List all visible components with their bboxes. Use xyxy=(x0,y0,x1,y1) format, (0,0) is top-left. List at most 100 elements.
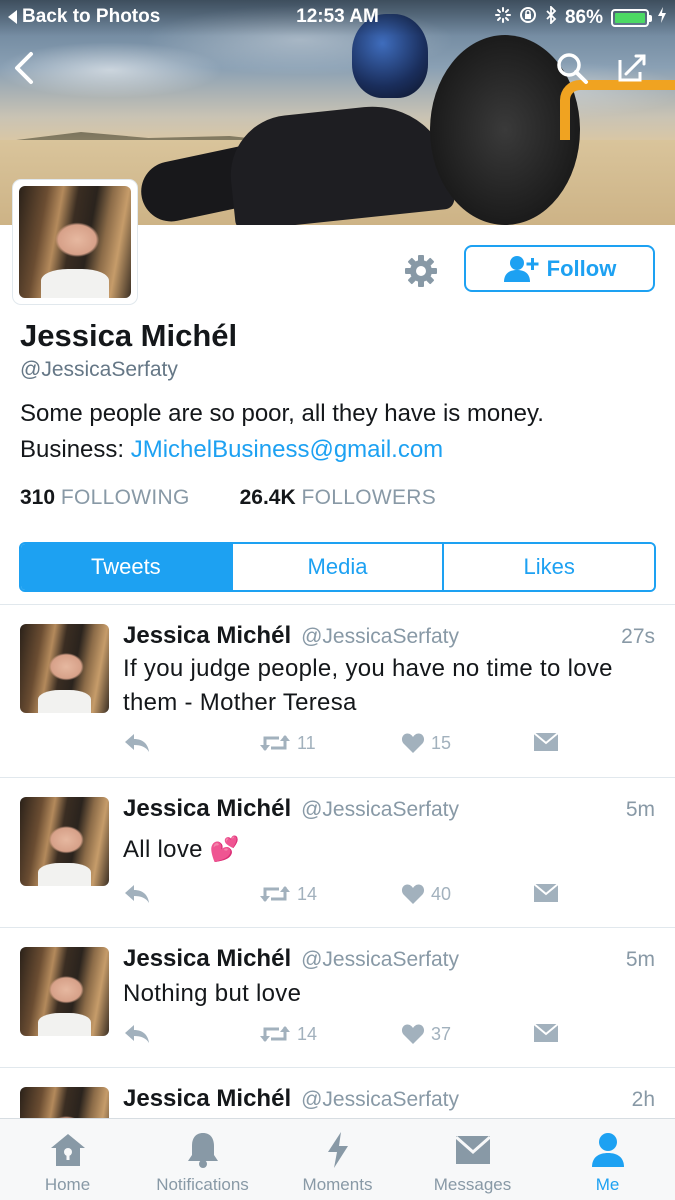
like-count: 40 xyxy=(431,883,452,904)
tweet-author-name: Jessica Michél xyxy=(123,1085,292,1112)
retweet-count: 14 xyxy=(297,1023,318,1044)
like-button[interactable]: 15 xyxy=(401,732,451,754)
envelope-icon xyxy=(533,732,559,751)
search-icon xyxy=(557,53,588,84)
tweet[interactable]: Jessica Michél @JessicaSerfaty 2h xyxy=(0,1067,675,1118)
home-icon xyxy=(50,1134,85,1166)
like-button[interactable]: 37 xyxy=(401,1023,451,1045)
add-user-icon xyxy=(503,255,539,282)
tab-bar-messages[interactable]: Messages xyxy=(405,1119,540,1200)
direct-message-button[interactable] xyxy=(533,883,559,903)
tweet-author-handle: @JessicaSerfaty xyxy=(301,625,459,648)
tab-bar-notifications-label: Notifications xyxy=(156,1175,249,1194)
envelope-icon xyxy=(533,883,559,902)
battery-icon xyxy=(611,9,652,27)
activity-icon xyxy=(494,7,511,29)
direct-message-button[interactable] xyxy=(533,1023,559,1043)
tweet-text: All love 💕 xyxy=(123,836,240,863)
tab-bar-moments-label: Moments xyxy=(302,1175,373,1194)
tab-media[interactable]: Media xyxy=(230,544,443,590)
tweet-author-handle: @JessicaSerfaty xyxy=(301,948,459,971)
reply-button[interactable] xyxy=(123,1023,151,1045)
tab-bar-me[interactable]: Me xyxy=(540,1119,675,1200)
like-button[interactable]: 40 xyxy=(401,883,451,905)
back-button[interactable] xyxy=(2,46,46,90)
bio-business-label: Business: xyxy=(20,436,131,463)
profile-avatar-image xyxy=(19,186,131,298)
lightning-icon xyxy=(327,1132,348,1168)
tweet-time: 5m xyxy=(625,798,655,821)
direct-message-button[interactable] xyxy=(533,732,559,752)
following-stat[interactable]: 310 FOLLOWING xyxy=(20,486,190,510)
gear-icon xyxy=(405,255,437,287)
followers-label: FOLLOWERS xyxy=(301,486,437,509)
tab-bar-notifications[interactable]: Notifications xyxy=(135,1119,270,1200)
like-count: 15 xyxy=(431,732,452,753)
tweet-text: Nothing but love xyxy=(123,980,302,1007)
battery-percent: 86% xyxy=(564,7,603,28)
tweet-header: Jessica Michél @JessicaSerfaty 5m xyxy=(123,945,655,973)
tab-bar-moments[interactable]: Moments xyxy=(270,1119,405,1200)
tweet[interactable]: Jessica Michél @JessicaSerfaty 5m All lo… xyxy=(0,777,675,927)
profile-bio: Some people are so poor, all they have i… xyxy=(20,396,660,468)
status-right: 86% xyxy=(494,4,667,30)
tweet-avatar[interactable] xyxy=(20,797,109,886)
bio-business-line: Business: JMichelBusiness@gmail.com xyxy=(20,432,660,468)
chevron-left-icon xyxy=(15,52,33,84)
tab-bar-me-label: Me xyxy=(595,1175,620,1194)
tweet-avatar[interactable] xyxy=(20,1087,109,1118)
retweet-button[interactable]: 14 xyxy=(259,883,317,905)
orientation-lock-icon xyxy=(519,6,537,30)
tweet-author-handle: @JessicaSerfaty xyxy=(301,798,459,821)
tweet-actions: 14 40 xyxy=(123,883,563,913)
retweet-icon xyxy=(260,735,290,751)
compose-button[interactable] xyxy=(610,46,654,90)
followers-stat[interactable]: 26.4K FOLLOWERS xyxy=(240,486,436,510)
person-icon xyxy=(591,1133,624,1167)
tweet-author-name: Jessica Michél xyxy=(123,945,292,972)
bio-email-link[interactable]: JMichelBusiness@gmail.com xyxy=(131,436,443,463)
retweet-button[interactable]: 11 xyxy=(259,732,316,754)
tweet[interactable]: Jessica Michél @JessicaSerfaty 27s If yo… xyxy=(0,604,675,776)
tweet-avatar[interactable] xyxy=(20,624,109,713)
heart-icon xyxy=(401,1024,425,1044)
tweet-actions: 14 37 xyxy=(123,1023,563,1053)
retweet-count: 11 xyxy=(297,732,316,753)
profile-tabs: Tweets Media Likes xyxy=(19,542,656,592)
tweet-header: Jessica Michél @JessicaSerfaty 5m xyxy=(123,795,655,823)
retweet-count: 14 xyxy=(297,883,318,904)
tweet-header: Jessica Michél @JessicaSerfaty 27s xyxy=(123,622,655,650)
tab-likes[interactable]: Likes xyxy=(442,544,654,590)
tweet-header: Jessica Michél @JessicaSerfaty 2h xyxy=(123,1085,655,1113)
profile-avatar[interactable] xyxy=(13,180,137,304)
like-count: 37 xyxy=(431,1023,452,1044)
heart-icon xyxy=(401,884,425,904)
tweet-author-name: Jessica Michél xyxy=(123,795,292,822)
tweet[interactable]: Jessica Michél @JessicaSerfaty 5m Nothin… xyxy=(0,927,675,1067)
tab-bar-home[interactable]: Home xyxy=(0,1119,135,1200)
tweet-author-name: Jessica Michél xyxy=(123,622,292,649)
reply-button[interactable] xyxy=(123,732,151,754)
search-button[interactable] xyxy=(550,46,594,90)
tab-bar-home-label: Home xyxy=(44,1175,91,1194)
charging-icon xyxy=(657,7,667,29)
envelope-icon xyxy=(454,1135,491,1164)
reply-button[interactable] xyxy=(123,883,151,905)
status-bar: Back to Photos 12:53 AM 86% xyxy=(0,0,675,34)
bottom-tab-bar: Home Notifications Moments Messages Me xyxy=(0,1118,675,1200)
reply-icon xyxy=(125,885,149,903)
tweet-time: 27s xyxy=(621,625,655,648)
retweet-button[interactable]: 14 xyxy=(259,1023,317,1045)
reply-icon xyxy=(125,1025,149,1043)
retweet-icon xyxy=(260,1026,290,1042)
follow-button-label: Follow xyxy=(546,255,617,281)
tweet-author-handle: @JessicaSerfaty xyxy=(301,1088,459,1111)
tab-tweets[interactable]: Tweets xyxy=(21,544,231,590)
follow-button[interactable]: Follow xyxy=(464,245,655,292)
tweet-time: 2h xyxy=(631,1088,655,1111)
followers-count: 26.4K xyxy=(239,486,296,509)
profile-settings-button[interactable] xyxy=(400,250,442,292)
tweet-avatar[interactable] xyxy=(20,947,109,1036)
reply-icon xyxy=(125,734,149,752)
profile-stats: 310 FOLLOWING 26.4K FOLLOWERS xyxy=(20,486,436,510)
